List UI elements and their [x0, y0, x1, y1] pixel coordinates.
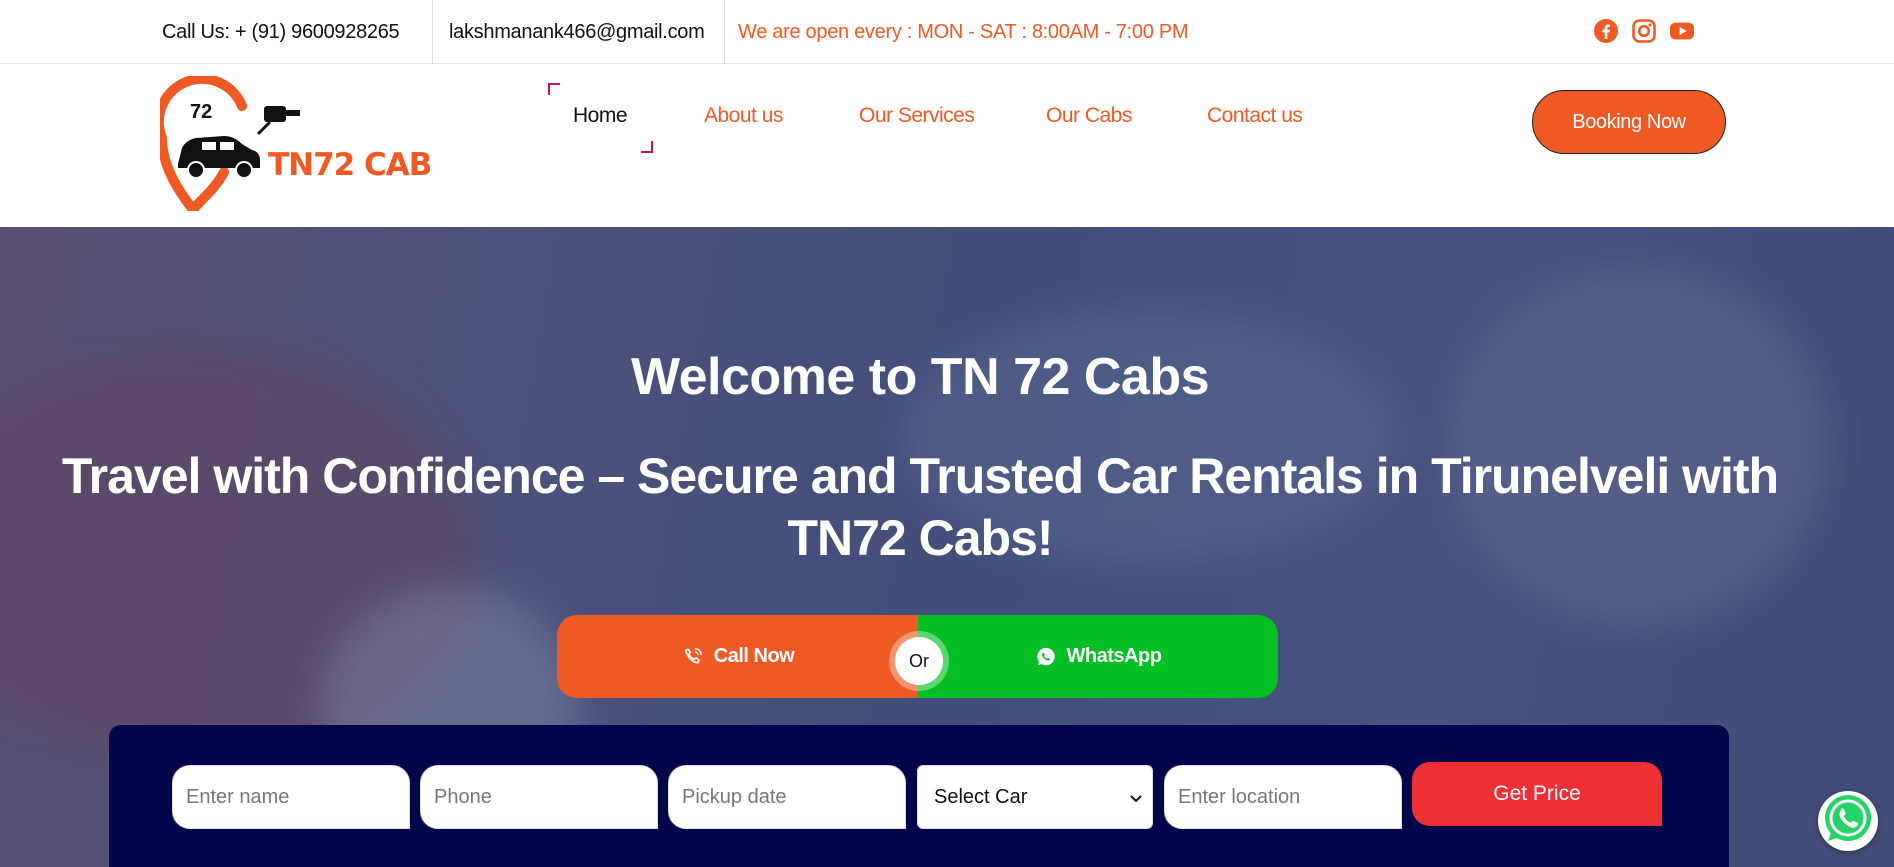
whatsapp-button[interactable]: WhatsApp [918, 615, 1278, 698]
logo-number: 72 [190, 101, 212, 123]
pickup-date-input[interactable]: Pickup date [668, 765, 906, 829]
phone-contact[interactable]: Call Us: + (91) 9600928265 [162, 0, 400, 64]
call-now-label: Call Now [713, 645, 795, 667]
top-bar: Call Us: + (91) 9600928265 lakshmanank46… [0, 0, 1894, 64]
opening-hours: We are open every : MON - SAT : 8:00AM -… [738, 20, 1189, 43]
nav-contact-us[interactable]: Contact us [1207, 104, 1303, 128]
booking-now-button[interactable]: Booking Now [1532, 90, 1726, 154]
divider [432, 0, 433, 64]
whatsapp-label: WhatsApp [1066, 645, 1162, 667]
phone-input[interactable]: Phone [420, 765, 658, 829]
youtube-icon[interactable] [1669, 18, 1695, 44]
call-now-button[interactable]: Call Now [557, 615, 919, 698]
or-label: Or [895, 637, 943, 685]
welcome-heading: Welcome to TN 72 Cabs [630, 348, 1210, 406]
instagram-icon[interactable] [1631, 18, 1657, 44]
logo-text: TN72 CABS [268, 147, 430, 183]
whatsapp-icon [1820, 791, 1876, 852]
name-input[interactable]: Enter name [172, 765, 410, 829]
or-divider: Or [889, 631, 949, 691]
nav-our-services[interactable]: Our Services [859, 104, 975, 128]
facebook-icon[interactable] [1593, 18, 1619, 44]
whatsapp-icon [1035, 646, 1057, 668]
nav-our-cabs[interactable]: Our Cabs [1046, 104, 1132, 128]
car-select-value: Select Car [934, 785, 1028, 808]
main-navbar: 72 TN72 CABS Home About us Our Services … [0, 64, 1894, 227]
active-corner-decor [641, 141, 653, 153]
car-select[interactable]: Select Car [917, 765, 1153, 829]
nav-home[interactable]: Home [573, 104, 628, 128]
chevron-down-icon [1130, 786, 1142, 809]
social-links [1593, 18, 1695, 44]
floating-whatsapp-button[interactable] [1818, 791, 1878, 851]
phone-icon [682, 646, 704, 668]
nav-about-us[interactable]: About us [704, 104, 783, 128]
get-price-button[interactable]: Get Price [1412, 762, 1662, 826]
active-corner-decor [548, 83, 560, 95]
hero-section: Welcome to TN 72 Cabs Travel with Confid… [0, 227, 1894, 867]
tn72-cabs-logo[interactable]: 72 TN72 CABS [153, 73, 454, 216]
location-input[interactable]: Enter location [1164, 765, 1402, 829]
quote-form: Enter name Phone Pickup date Select Car … [109, 725, 1729, 867]
email-contact[interactable]: lakshmanank466@gmail.com [449, 0, 705, 64]
hero-tagline: Travel with Confidence – Secure and Trus… [61, 448, 1779, 566]
divider [724, 0, 725, 64]
